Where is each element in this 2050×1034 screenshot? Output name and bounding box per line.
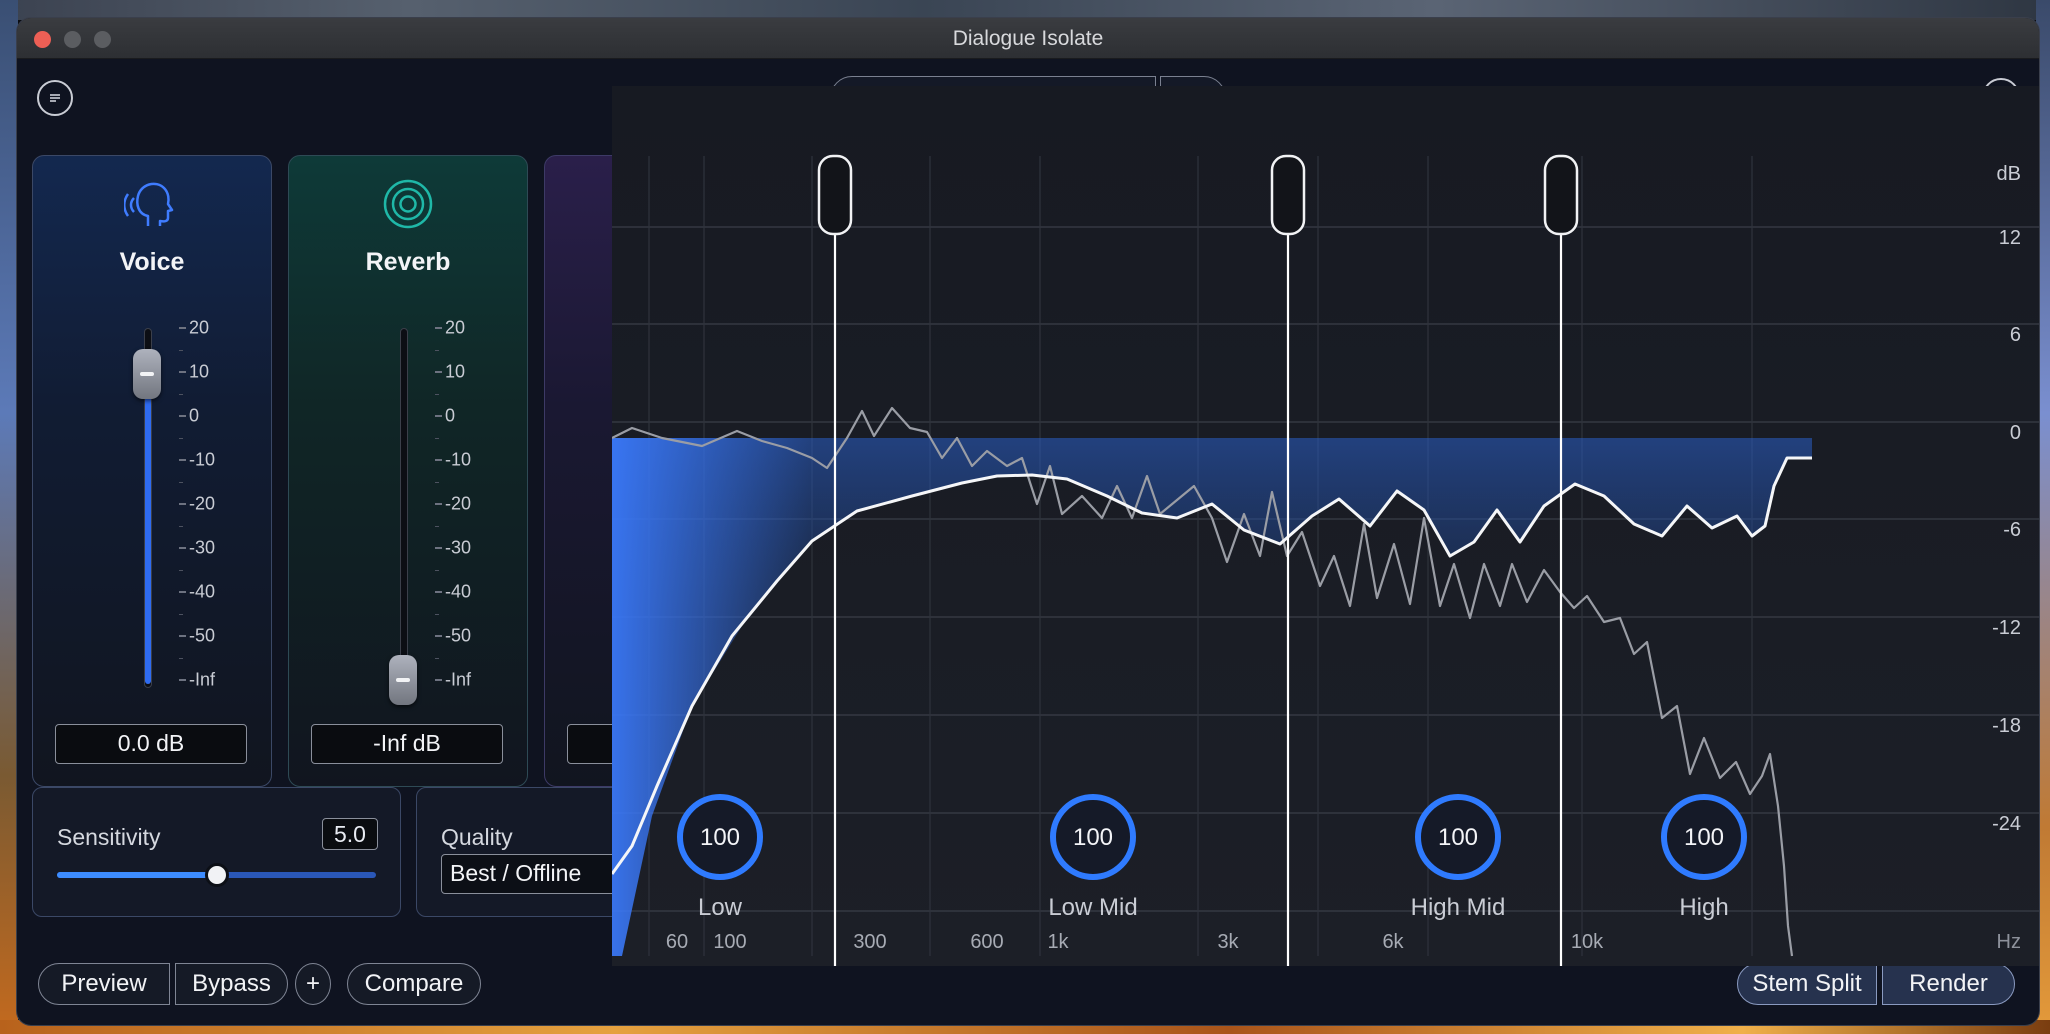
db-axis-label: -24 [1992,813,2021,835]
add-button[interactable]: + [295,963,331,1005]
freq-axis-label: 60 [666,931,688,953]
voice-fader-scale: 20 10 0 -10 -20 -30 -40 -50 -Inf [179,318,259,690]
spectrum-eq-display[interactable]: 100Low100Low Mid100High Mid100High 1260-… [612,86,2039,966]
freq-axis-label: 300 [853,931,886,953]
scale-label: 20 [445,317,466,338]
voice-gain-readout[interactable]: 0.0 dB [55,724,247,764]
sensitivity-slider-fill [57,872,217,878]
db-unit-label: dB [1997,163,2021,185]
scale-label: -50 [445,625,472,646]
scale-label: -50 [189,625,216,646]
band-knob-value: 100 [700,824,740,851]
stem-split-button[interactable]: Stem Split [1737,963,1877,1005]
db-axis-label: 6 [2010,324,2021,346]
scale-label: -30 [189,537,216,558]
bypass-button[interactable]: Bypass [175,963,288,1005]
db-axis-label: -18 [1992,715,2021,737]
scale-label: -10 [445,449,472,470]
scale-label: 20 [189,317,210,338]
quality-selected-value: Best / Offline [450,860,582,886]
scale-label: -10 [189,449,216,470]
title-bar: Dialogue Isolate [17,18,2039,59]
band-divider-handle[interactable] [817,154,853,236]
voice-fader-thumb[interactable] [133,349,161,399]
scale-label: -20 [189,493,216,514]
scale-label: -40 [189,581,216,602]
freq-axis-label: 3k [1217,931,1239,953]
band-name-label: Low [698,894,743,921]
reverb-fader-track[interactable] [400,328,408,688]
scale-label: 10 [445,361,466,382]
feedback-chat-icon[interactable] [37,80,73,116]
scale-label: 0 [445,405,456,426]
reverb-fader-thumb[interactable] [389,655,417,705]
scale-label: -Inf [189,669,216,690]
band-knob-value: 100 [1438,824,1478,851]
band-name-label: High [1679,894,1728,921]
freq-axis-label: 1k [1047,931,1069,953]
sensitivity-value[interactable]: 5.0 [322,818,378,850]
scale-label: 10 [189,361,210,382]
scale-label: -30 [445,537,472,558]
band-divider-handle[interactable] [1543,154,1579,236]
band-name-label: Low Mid [1048,894,1137,921]
sensitivity-panel: Sensitivity 5.0 [32,787,401,917]
reverb-fader-scale: 20 10 0 -10 -20 -30 -40 -50 -Inf [435,318,515,690]
db-axis-label: 12 [1999,227,2021,249]
reverb-module-title: Reverb [365,248,451,276]
freq-axis-label: 100 [713,931,746,953]
db-axis-label: -6 [2003,519,2021,541]
freq-axis-label: 10k [1571,931,1604,953]
voice-module: Voice 20 10 0 -10 -20 -30 -40 -50 -Inf 0… [32,155,272,787]
freq-axis-label: 600 [970,931,1003,953]
db-axis-label: -12 [1992,617,2021,639]
hz-unit-label: Hz [1997,931,2021,953]
render-button[interactable]: Render [1882,963,2015,1005]
scale-label: -Inf [445,669,472,690]
reverb-module: Reverb 20 10 0 -10 -20 -30 -40 -50 -Inf … [288,155,528,787]
quality-label: Quality [441,824,513,850]
sensitivity-slider-thumb[interactable] [204,863,229,887]
scale-label: 0 [189,405,200,426]
band-knob-value: 100 [1684,824,1724,851]
scale-label: -20 [445,493,472,514]
preview-button[interactable]: Preview [38,963,170,1005]
voice-head-icon [124,182,174,226]
voice-module-title: Voice [119,248,185,276]
desktop-background-left [0,0,18,1034]
sensitivity-label: Sensitivity [57,824,161,850]
window-title: Dialogue Isolate [952,27,1104,50]
scale-label: -40 [445,581,472,602]
db-axis-label: 0 [2010,422,2021,444]
freq-axis-label: 6k [1382,931,1404,953]
voice-fader-level-fill [145,374,151,684]
reverb-gain-readout[interactable]: -Inf dB [311,724,503,764]
band-divider-handle[interactable] [1270,154,1306,236]
compare-button[interactable]: Compare [347,963,481,1005]
band-knob-value: 100 [1073,824,1113,851]
band-name-label: High Mid [1411,894,1506,921]
plugin-window: Dialogue Isolate ? Voice 20 10 0 -10 [17,18,2039,1025]
reverb-rings-icon [383,179,433,229]
desktop-background-top [0,0,2050,20]
